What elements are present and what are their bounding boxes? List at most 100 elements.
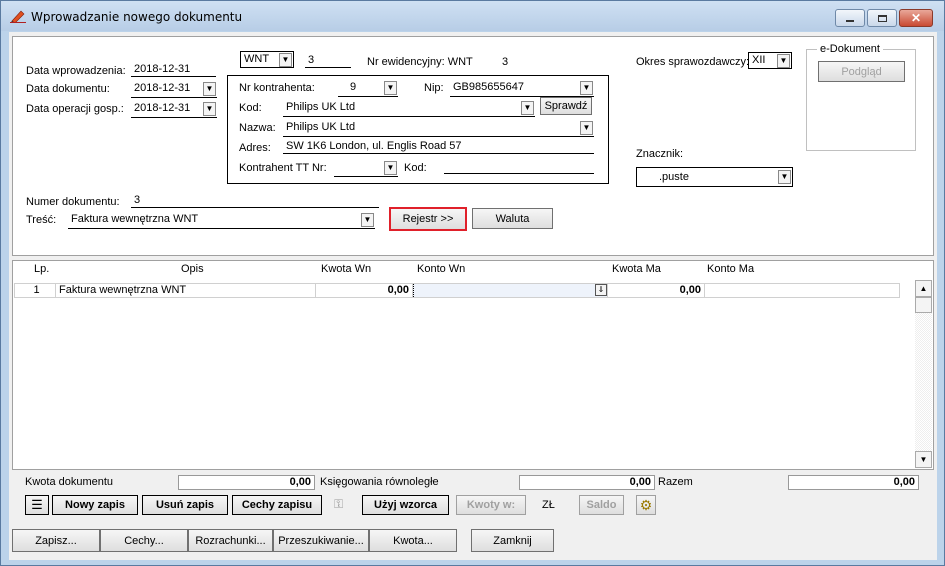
list-view-button[interactable]: ☰ [25,495,49,515]
maximize-button[interactable] [867,9,897,27]
cell-kwota-wn[interactable]: 0,00 [316,284,413,297]
header-panel: Data wprowadzenia: 2018-12-31 Data dokum… [12,36,934,256]
nip-select[interactable]: GB985655647 ▼ [450,80,594,97]
data-dokumentu-select[interactable]: 2018-12-31 ▼ [131,81,217,98]
data-dokumentu-value: 2018-12-31 [134,82,191,94]
usun-zapis-button[interactable]: Usuń zapis [142,495,228,515]
razem-value: 0,00 [788,475,919,490]
ksiegowania-label: Księgowania równoległe [320,476,439,488]
lock-icon: ⚿ [334,497,344,511]
nip-value: GB985655647 [453,81,524,93]
saldo-button[interactable]: Saldo [579,495,624,515]
kontrahent-tt-label: Kontrahent TT Nr: [239,162,327,174]
przeszukiwanie-button[interactable]: Przeszukiwanie... [273,529,369,552]
chevron-down-icon[interactable]: ▼ [521,101,534,115]
kwota-dokumentu-label: Kwota dokumentu [25,476,114,488]
chevron-down-icon[interactable]: ▼ [279,53,292,67]
data-wprowadzenia-field[interactable]: 2018-12-31 [131,63,216,77]
konto-wn-picker-icon[interactable]: ⇓ [595,284,607,296]
chevron-down-icon[interactable]: ▼ [203,82,216,96]
nazwa-label: Nazwa: [239,122,276,134]
tresc-select[interactable]: Faktura wewnętrzna WNT ▼ [68,212,375,229]
close-button[interactable]: ✕ [899,9,933,27]
chevron-down-icon[interactable]: ▼ [203,102,216,116]
numer-field[interactable]: 3 [305,54,351,68]
kod-value: Philips UK Ltd [286,101,356,113]
podglad-button[interactable]: Podgląd [818,61,905,82]
cell-konto-wn[interactable] [413,284,608,297]
column-header-kwota-ma: Kwota Ma [612,263,661,275]
minimize-button[interactable] [835,9,865,27]
vertical-scrollbar[interactable]: ▲ ▼ [915,280,932,468]
nr-ewidencyjny-value: 3 [502,56,509,68]
column-header-lp: Lp. [34,263,50,275]
numer-dokumentu-field[interactable]: 3 [131,194,379,208]
nazwa-value: Philips UK Ltd [286,121,356,133]
nr-kontrahenta-select[interactable]: 9 ▼ [338,80,398,97]
column-header-kwota-wn: Kwota Wn [321,263,372,275]
cell-opis[interactable]: Faktura wewnętrzna WNT [56,284,316,297]
rozrachunki-button[interactable]: Rozrachunki... [188,529,273,552]
minimize-icon [846,20,854,22]
data-dokumentu-label: Data dokumentu: [26,83,110,95]
nazwa-select[interactable]: Philips UK Ltd ▼ [283,120,594,137]
table-row[interactable]: 1 Faktura wewnętrzna WNT 0,00 ⇓ 0,00 [14,283,900,298]
nr-ewidencyjny-label: Nr ewidencyjny: WNT [367,56,473,68]
column-header-konto-ma: Konto Ma [707,263,755,275]
edokument-group: e-Dokument Podgląd [806,43,916,151]
typ-value: WNT [244,53,270,65]
chevron-down-icon[interactable]: ▼ [580,121,593,135]
chevron-down-icon[interactable]: ▼ [580,81,593,95]
document-window: Wprowadzanie nowego dokumentu ✕ Data wpr… [0,0,945,566]
rejestr-button[interactable]: Rejestr >> [389,207,467,231]
scroll-up-icon[interactable]: ▲ [915,280,932,297]
sprawdz-button[interactable]: Sprawdź [540,97,592,115]
nowy-zapis-button[interactable]: Nowy zapis [52,495,138,515]
uzyj-wzorca-button[interactable]: Użyj wzorca [362,495,449,515]
settings-button[interactable]: ⚙ [636,495,656,515]
okres-label: Okres sprawozdawczy: [636,56,750,68]
close-icon: ✕ [910,11,922,25]
data-operacji-label: Data operacji gosp.: [26,103,124,115]
chevron-down-icon[interactable]: ▼ [384,81,397,95]
kod-label: Kod: [239,102,262,114]
zamknij-button[interactable]: Zamknij [471,529,554,552]
title-bar[interactable]: Wprowadzanie nowego dokumentu ✕ [1,1,944,31]
scroll-down-icon[interactable]: ▼ [915,451,932,468]
window-title: Wprowadzanie nowego dokumentu [31,10,243,24]
numer-dokumentu-label: Numer dokumentu: [26,196,120,208]
column-header-konto-wn: Konto Wn [417,263,466,275]
chevron-down-icon[interactable]: ▼ [361,213,374,227]
chevron-down-icon[interactable]: ▼ [384,161,397,175]
kwoty-w-button[interactable]: Kwoty w: [456,495,526,515]
chevron-down-icon[interactable]: ▼ [777,54,790,68]
gear-icon: ⚙ [639,496,653,513]
cell-konto-ma[interactable] [705,284,899,297]
typ-select[interactable]: WNT ▼ [240,51,294,68]
cechy-button[interactable]: Cechy... [100,529,188,552]
nr-kontrahenta-label: Nr kontrahenta: [239,82,315,94]
tt-kod-field[interactable] [444,160,594,174]
kontrahent-tt-select[interactable]: ▼ [334,160,398,177]
zapisz-button[interactable]: Zapisz... [12,529,100,552]
adres-field[interactable]: SW 1K6 London, ul. Englis Road 57 [283,140,594,154]
tresc-label: Treść: [26,214,57,226]
znacznik-select[interactable]: .puste ▼ [636,167,793,187]
ksiegowania-value: 0,00 [519,475,655,490]
chevron-down-icon[interactable]: ▼ [778,170,791,184]
maximize-icon [877,14,887,22]
pen-icon [10,10,26,23]
kod-select[interactable]: Philips UK Ltd ▼ [283,100,535,117]
nip-label: Nip: [424,82,444,94]
kwota-button[interactable]: Kwota... [369,529,457,552]
adres-label: Adres: [239,142,271,154]
cell-kwota-ma[interactable]: 0,00 [608,284,705,297]
column-header-opis: Opis [181,263,204,275]
data-operacji-select[interactable]: 2018-12-31 ▼ [131,101,217,118]
cechy-zapisu-button[interactable]: Cechy zapisu [232,495,322,515]
scroll-thumb[interactable] [915,297,932,313]
list-icon: ☰ [31,497,43,512]
waluta-button[interactable]: Waluta [472,208,553,229]
nr-kontrahenta-value: 9 [350,81,357,93]
okres-select[interactable]: XII ▼ [748,52,792,69]
